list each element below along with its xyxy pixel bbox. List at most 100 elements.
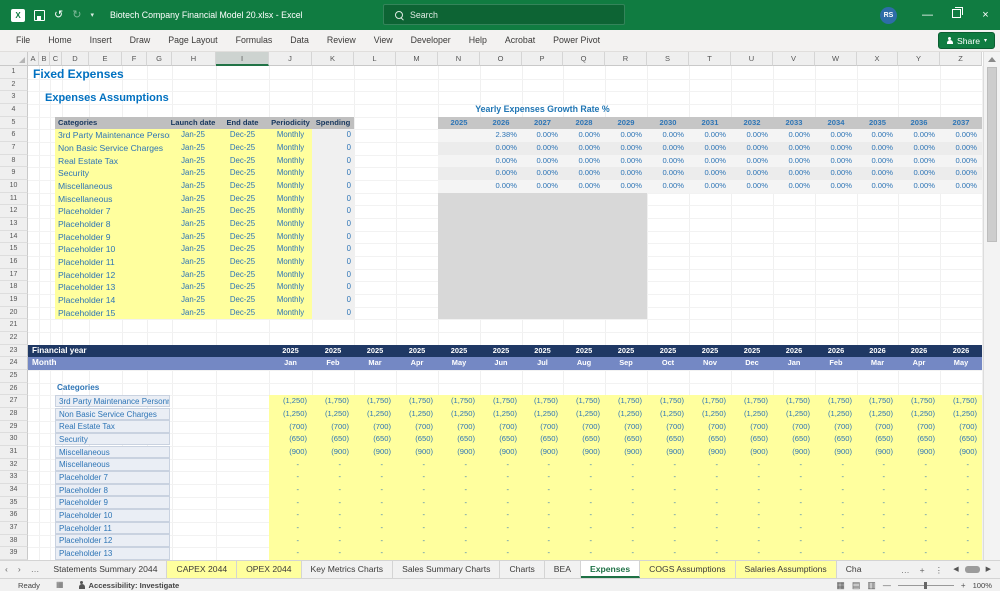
assumption-category[interactable]: Security — [55, 167, 170, 180]
monthly-value[interactable]: - — [522, 459, 563, 472]
minimize-button[interactable]: — — [913, 0, 942, 30]
sheet-tab-cha[interactable]: Cha — [837, 561, 863, 578]
row-header-32[interactable]: 32 — [0, 459, 28, 472]
ribbon-tab-draw[interactable]: Draw — [121, 30, 160, 51]
assumption-periodicity[interactable]: Monthly — [269, 180, 312, 193]
growth-rate-cell[interactable]: 0.00% — [689, 180, 731, 193]
monthly-value[interactable]: - — [396, 484, 438, 497]
assumption-launch-date[interactable]: Jan-25 — [170, 281, 216, 294]
monthly-value[interactable]: (900) — [689, 446, 731, 459]
ribbon-tab-help[interactable]: Help — [460, 30, 496, 51]
monthly-value[interactable]: - — [563, 471, 605, 484]
monthly-value[interactable]: - — [480, 497, 522, 510]
monthly-value[interactable]: - — [773, 471, 815, 484]
column-header-E[interactable]: E — [89, 52, 122, 66]
monthly-value[interactable]: (900) — [898, 446, 940, 459]
monthly-value[interactable]: (700) — [396, 421, 438, 434]
monthly-value[interactable]: - — [480, 535, 522, 548]
monthly-value[interactable]: - — [815, 497, 857, 510]
tab-scroll-left-icon[interactable]: ‹ — [0, 561, 13, 578]
row-header-39[interactable]: 39 — [0, 547, 28, 560]
monthly-value[interactable]: (650) — [396, 433, 438, 446]
assumption-end-date[interactable]: Dec-25 — [216, 155, 269, 168]
growth-rate-cell[interactable]: 0.00% — [815, 142, 857, 155]
assumption-category[interactable]: Placeholder 9 — [55, 231, 170, 244]
column-header-Q[interactable]: Q — [563, 52, 605, 66]
monthly-value[interactable]: - — [438, 484, 480, 497]
growth-rate-cell[interactable]: 0.00% — [857, 142, 898, 155]
zoom-level[interactable]: 100% — [973, 581, 992, 590]
monthly-value[interactable]: - — [773, 484, 815, 497]
column-header-L[interactable]: L — [354, 52, 396, 66]
monthly-value[interactable]: - — [898, 459, 940, 472]
monthly-value[interactable]: - — [563, 535, 605, 548]
row-header-2[interactable]: 2 — [0, 79, 28, 92]
monthly-value[interactable]: - — [396, 509, 438, 522]
monthly-value[interactable]: (700) — [940, 421, 982, 434]
row-header-25[interactable]: 25 — [0, 370, 28, 383]
growth-rate-cell[interactable]: 0.00% — [940, 155, 982, 168]
monthly-value[interactable]: (650) — [438, 433, 480, 446]
hscroll-right-icon[interactable]: ▶ — [981, 562, 996, 578]
monthly-value[interactable]: - — [563, 484, 605, 497]
monthly-value[interactable]: (1,750) — [773, 395, 815, 408]
monthly-value[interactable]: - — [815, 471, 857, 484]
monthly-value[interactable]: (1,250) — [940, 408, 982, 421]
sheet-tab-sales-summary-charts[interactable]: Sales Summary Charts — [393, 561, 500, 578]
growth-rate-cell[interactable]: 0.00% — [522, 129, 563, 142]
monthly-value[interactable]: (650) — [815, 433, 857, 446]
monthly-value[interactable]: - — [647, 459, 689, 472]
monthly-value[interactable]: - — [480, 509, 522, 522]
growth-rate-cell[interactable]: 0.00% — [815, 167, 857, 180]
growth-rate-cell[interactable]: 0.00% — [522, 155, 563, 168]
monthly-value[interactable]: - — [898, 547, 940, 560]
sheet-tab-capex-2044[interactable]: CAPEX 2044 — [167, 561, 237, 578]
monthly-value[interactable]: - — [689, 459, 731, 472]
growth-rate-cell[interactable]: 0.00% — [857, 180, 898, 193]
growth-rate-cell[interactable]: 0.00% — [773, 129, 815, 142]
monthly-value[interactable]: - — [438, 547, 480, 560]
monthly-value[interactable]: - — [647, 547, 689, 560]
growth-rate-cell[interactable]: 0.00% — [731, 155, 773, 168]
growth-rate-cell[interactable]: 0.00% — [898, 155, 940, 168]
monthly-value[interactable]: - — [940, 535, 982, 548]
hscroll-left-icon[interactable]: ◀ — [948, 562, 963, 578]
column-header-F[interactable]: F — [122, 52, 147, 66]
monthly-value[interactable]: - — [354, 459, 396, 472]
monthly-value[interactable]: (700) — [269, 421, 312, 434]
monthly-value[interactable]: - — [940, 522, 982, 535]
assumption-category[interactable]: 3rd Party Maintenance Personnel — [55, 129, 170, 142]
monthly-value[interactable]: - — [857, 535, 898, 548]
row-header-7[interactable]: 7 — [0, 142, 28, 155]
row-header-3[interactable]: 3 — [0, 91, 28, 104]
monthly-value[interactable]: - — [898, 535, 940, 548]
monthly-value[interactable]: - — [312, 497, 354, 510]
growth-rate-cell[interactable]: 0.00% — [605, 142, 647, 155]
row-header-15[interactable]: 15 — [0, 243, 28, 256]
monthly-value[interactable]: - — [312, 535, 354, 548]
monthly-value[interactable]: - — [605, 484, 647, 497]
monthly-value[interactable]: - — [354, 509, 396, 522]
monthly-value[interactable]: - — [563, 522, 605, 535]
monthly-value[interactable]: - — [438, 509, 480, 522]
growth-rate-cell[interactable]: 0.00% — [605, 129, 647, 142]
growth-rate-cell[interactable]: 0.00% — [731, 167, 773, 180]
monthly-value[interactable]: - — [605, 522, 647, 535]
assumption-launch-date[interactable]: Jan-25 — [170, 205, 216, 218]
monthly-value[interactable]: (1,250) — [269, 408, 312, 421]
growth-rate-cell[interactable]: 0.00% — [480, 180, 522, 193]
assumption-category[interactable]: Placeholder 13 — [55, 281, 170, 294]
monthly-value[interactable]: - — [815, 522, 857, 535]
row-header-33[interactable]: 33 — [0, 471, 28, 484]
assumption-spending[interactable]: 0 — [312, 307, 354, 320]
assumption-periodicity[interactable]: Monthly — [269, 294, 312, 307]
search-box[interactable]: Search — [383, 4, 625, 25]
column-header-S[interactable]: S — [647, 52, 689, 66]
monthly-value[interactable]: - — [689, 522, 731, 535]
growth-rate-cell[interactable]: 0.00% — [773, 142, 815, 155]
vertical-scrollbar[interactable] — [983, 52, 1000, 560]
row-header-6[interactable]: 6 — [0, 129, 28, 142]
ribbon-tab-power-pivot[interactable]: Power Pivot — [544, 30, 609, 51]
monthly-value[interactable]: (700) — [354, 421, 396, 434]
assumption-launch-date[interactable]: Jan-25 — [170, 167, 216, 180]
